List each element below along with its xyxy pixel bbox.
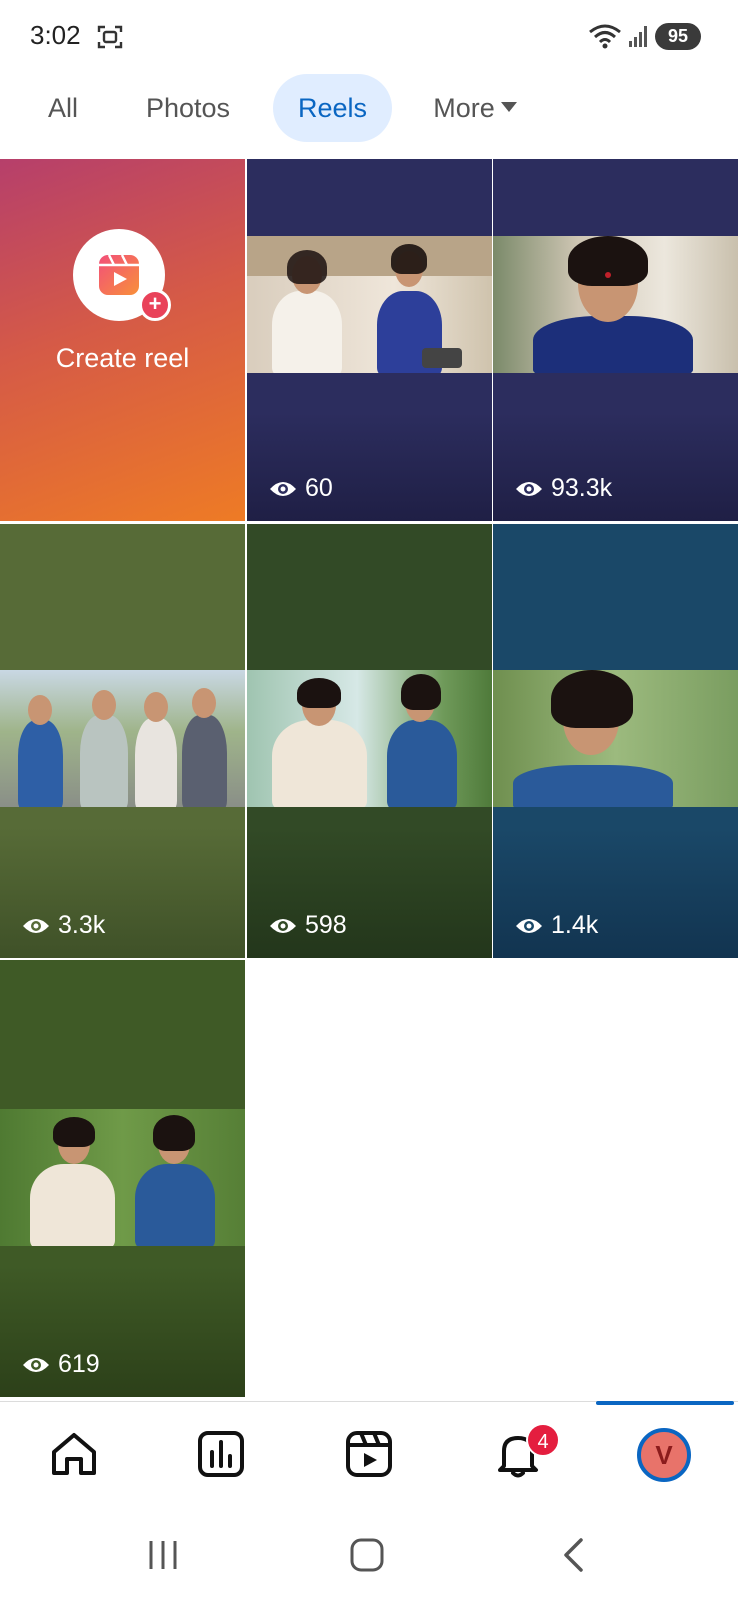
- view-count-text: 1.4k: [551, 911, 599, 939]
- eye-icon: [516, 481, 542, 496]
- reel-item[interactable]: 619: [0, 960, 245, 1397]
- status-time: 3:02: [30, 20, 81, 50]
- eye-icon: [516, 918, 542, 933]
- view-count: 93.3k: [515, 474, 612, 503]
- notification-badge: 4: [526, 1423, 560, 1457]
- eye-icon: [270, 918, 296, 933]
- eye-icon: [23, 1357, 49, 1372]
- reel-thumbnail: [0, 670, 245, 807]
- system-home-icon[interactable]: [347, 1535, 387, 1575]
- reel-item[interactable]: 3.3k: [0, 524, 245, 958]
- filter-tabs: All Photos Reels More: [0, 72, 738, 156]
- recent-apps-icon[interactable]: [143, 1535, 183, 1575]
- reel-item[interactable]: 93.3k: [493, 159, 738, 521]
- tab-photos[interactable]: Photos: [128, 74, 248, 142]
- reel-thumbnail: [493, 670, 738, 807]
- reel-thumbnail: [493, 236, 738, 373]
- reels-icon[interactable]: [343, 1428, 395, 1480]
- home-icon[interactable]: [48, 1428, 100, 1480]
- view-count-text: 598: [305, 911, 347, 939]
- tab-more[interactable]: More: [420, 74, 530, 142]
- view-count-text: 3.3k: [58, 911, 106, 939]
- tab-reels[interactable]: Reels: [273, 74, 392, 142]
- status-bar: 3:02 95: [0, 0, 738, 72]
- view-count: 60: [269, 474, 333, 503]
- view-count: 1.4k: [515, 911, 598, 940]
- tab-all[interactable]: All: [30, 74, 96, 142]
- plus-icon: +: [139, 289, 171, 321]
- view-count-text: 93.3k: [551, 474, 613, 502]
- signal-icon: [629, 26, 647, 47]
- reel-thumbnail: [247, 236, 492, 373]
- view-count-text: 60: [305, 474, 333, 502]
- eye-icon: [23, 918, 49, 933]
- bottom-nav: V: [0, 1405, 738, 1505]
- reel-item[interactable]: 60: [247, 159, 492, 521]
- reel-item[interactable]: 1.4k: [493, 524, 738, 958]
- screenshot-icon: [97, 25, 123, 49]
- reel-item[interactable]: 598: [247, 524, 492, 958]
- caret-down-icon: [500, 101, 517, 112]
- battery-icon: 95: [655, 23, 701, 50]
- view-count: 598: [269, 911, 347, 940]
- profile-avatar[interactable]: V: [637, 1428, 691, 1482]
- view-count: 3.3k: [22, 911, 105, 940]
- insights-icon[interactable]: [195, 1428, 247, 1480]
- view-count: 619: [22, 1350, 100, 1379]
- eye-icon: [270, 481, 296, 496]
- wifi-icon: [589, 24, 621, 49]
- create-reel-label: Create reel: [55, 343, 190, 373]
- reel-thumbnail: [0, 1109, 245, 1246]
- view-count-text: 619: [58, 1350, 100, 1378]
- system-nav-bar: [0, 1505, 738, 1600]
- back-icon[interactable]: [555, 1535, 595, 1575]
- tab-more-label: More: [433, 93, 495, 123]
- reels-grid: + Create reel 60 93.3k 3.3k 598 1.4k 619: [0, 159, 738, 1399]
- reel-thumbnail: [247, 670, 492, 807]
- create-reel-button[interactable]: + Create reel: [0, 159, 245, 521]
